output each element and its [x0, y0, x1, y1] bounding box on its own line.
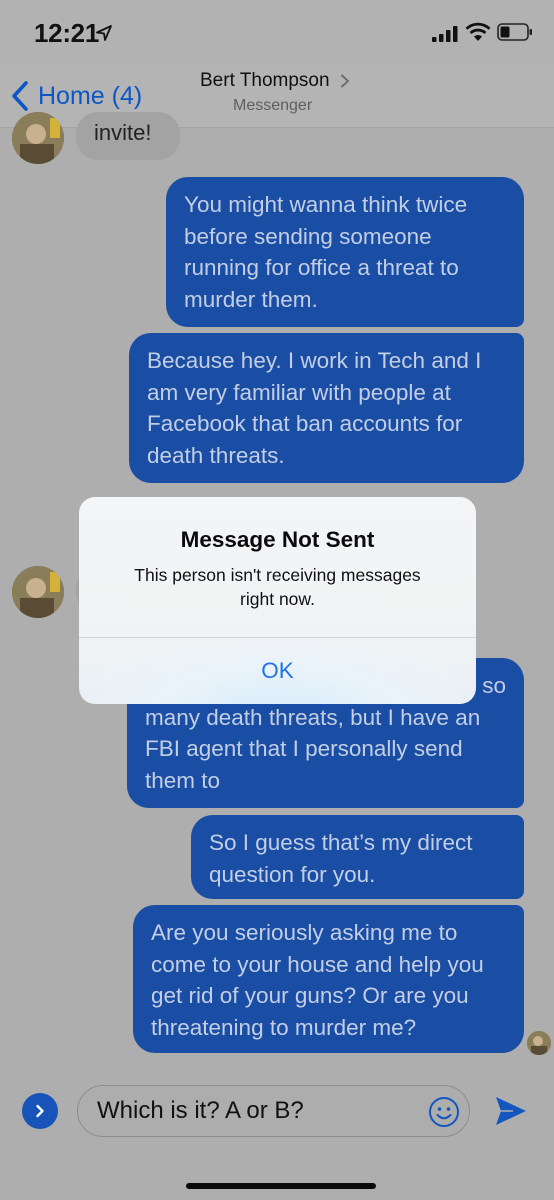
outgoing-message[interactable]: Because hey. I work in Tech and I am ver…: [129, 333, 524, 483]
location-arrow-icon: [96, 25, 112, 41]
back-button-label: Home (4): [38, 81, 143, 110]
outgoing-message[interactable]: Are you seriously asking me to come to y…: [133, 905, 524, 1053]
nav-subtitle: Messenger: [233, 97, 313, 114]
expand-actions-button[interactable]: [22, 1093, 58, 1129]
emoji-icon[interactable]: [428, 1096, 460, 1128]
avatar-photo-icon: [527, 1031, 551, 1055]
message-input[interactable]: Which is it? A or B?: [77, 1085, 470, 1137]
outgoing-message[interactable]: So I guess that’s my direct question for…: [191, 815, 524, 899]
read-receipt-avatar: [527, 1031, 551, 1055]
outgoing-message[interactable]: You might wanna think twice before sendi…: [166, 177, 524, 327]
incoming-message[interactable]: invite!: [76, 112, 180, 160]
alert-title: Message Not Sent: [180, 527, 375, 552]
status-bar: 12:21: [0, 0, 554, 62]
avatar-photo-icon: [12, 112, 64, 164]
chevron-right-icon: [340, 74, 349, 88]
home-indicator: [186, 1183, 376, 1189]
signal-icon: [432, 26, 458, 42]
chevron-left-icon: [12, 81, 28, 111]
wifi-icon: [465, 22, 491, 41]
alert-message: This person isn't receiving messages rig…: [134, 565, 421, 609]
battery-icon: [497, 23, 532, 41]
messenger-screen: 12:21 Home (4) Bert Thompson Messenger i…: [0, 0, 554, 1200]
message-text-rest: many death threats, but I have an FBI ag…: [145, 704, 481, 793]
contact-avatar[interactable]: [12, 566, 64, 618]
contact-name: Bert Thompson: [200, 70, 330, 91]
status-time: 12:21: [34, 18, 99, 48]
avatar-photo-icon: [12, 566, 64, 618]
message-not-sent-alert: Message Not Sent This person isn't recei…: [79, 497, 476, 704]
contact-name-button[interactable]: Bert Thompson: [200, 70, 350, 92]
back-button[interactable]: Home (4): [10, 76, 142, 116]
ok-button[interactable]: OK: [79, 638, 476, 704]
message-composer: Which is it? A or B?: [0, 1072, 554, 1200]
chevron-right-icon: [36, 1104, 44, 1118]
send-icon[interactable]: [493, 1093, 529, 1129]
contact-avatar[interactable]: [12, 112, 64, 164]
